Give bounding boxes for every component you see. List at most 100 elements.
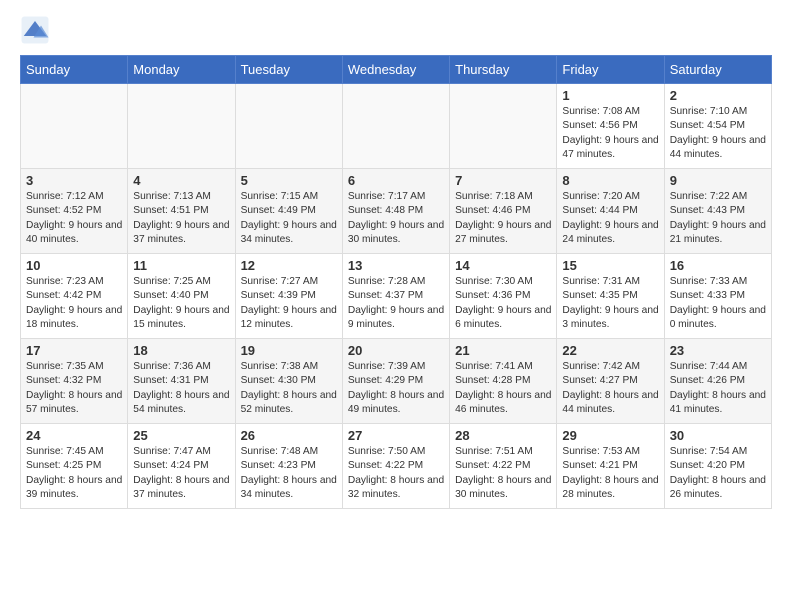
day-number: 22 — [562, 343, 658, 358]
day-number: 29 — [562, 428, 658, 443]
weekday-header-saturday: Saturday — [664, 56, 771, 84]
calendar-week-4: 24 Sunrise: 7:45 AM Sunset: 4:25 PM Dayli… — [21, 424, 772, 509]
calendar-cell: 8Sunrise: 7:20 AM Sunset: 4:44 PM Daylig… — [557, 169, 664, 254]
day-number: 28 — [455, 428, 551, 443]
calendar-header: SundayMondayTuesdayWednesdayThursdayFrid… — [21, 56, 772, 84]
calendar-cell: 11 Sunrise: 7:25 AM Sunset: 4:40 PM Dayli… — [128, 254, 235, 339]
day-number: 27 — [348, 428, 444, 443]
day-info: Sunrise: 7:50 AM Sunset: 4:22 PM Dayligh… — [348, 445, 444, 502]
day-info: Sunrise: 7:28 AM Sunset: 4:37 PM Dayligh… — [348, 275, 444, 332]
calendar-cell: 20Sunrise: 7:39 AM Sunset: 4:29 PM Dayli… — [342, 339, 449, 424]
day-number: 1 — [562, 88, 658, 103]
calendar-cell: 5 Sunrise: 7:15 AM Sunset: 4:49 PM Daylig… — [235, 169, 342, 254]
calendar-cell: 28 Sunrise: 7:51 AM Sunset: 4:22 PM Dayli… — [450, 424, 557, 509]
page-header — [20, 15, 772, 45]
day-info: Sunrise: 7:38 AM Sunset: 4:30 PM Dayligh… — [241, 360, 337, 417]
calendar-cell — [450, 84, 557, 169]
day-number: 25 — [133, 428, 229, 443]
day-info: Sunrise: 7:13 AM Sunset: 4:51 PM Dayligh… — [133, 190, 229, 247]
day-info: Sunrise: 7:12 AM Sunset: 4:52 PM Dayligh… — [26, 190, 122, 247]
day-info: Sunrise: 7:53 AM Sunset: 4:21 PM Dayligh… — [562, 445, 658, 502]
day-number: 12 — [241, 258, 337, 273]
day-number: 7 — [455, 173, 551, 188]
day-number: 8 — [562, 173, 658, 188]
day-number: 6 — [348, 173, 444, 188]
day-info: Sunrise: 7:54 AM Sunset: 4:20 PM Dayligh… — [670, 445, 766, 502]
weekday-row: SundayMondayTuesdayWednesdayThursdayFrid… — [21, 56, 772, 84]
day-info: Sunrise: 7:47 AM Sunset: 4:24 PM Dayligh… — [133, 445, 229, 502]
calendar-cell: 16Sunrise: 7:33 AM Sunset: 4:33 PM Dayli… — [664, 254, 771, 339]
calendar-cell: 26Sunrise: 7:48 AM Sunset: 4:23 PM Dayli… — [235, 424, 342, 509]
calendar-cell — [21, 84, 128, 169]
calendar-cell: 2 Sunrise: 7:10 AM Sunset: 4:54 PM Daylig… — [664, 84, 771, 169]
day-info: Sunrise: 7:27 AM Sunset: 4:39 PM Dayligh… — [241, 275, 337, 332]
day-info: Sunrise: 7:36 AM Sunset: 4:31 PM Dayligh… — [133, 360, 229, 417]
calendar-cell: 27 Sunrise: 7:50 AM Sunset: 4:22 PM Dayli… — [342, 424, 449, 509]
day-info: Sunrise: 7:10 AM Sunset: 4:54 PM Dayligh… — [670, 105, 766, 162]
weekday-header-thursday: Thursday — [450, 56, 557, 84]
calendar-cell: 22 Sunrise: 7:42 AM Sunset: 4:27 PM Dayli… — [557, 339, 664, 424]
day-number: 10 — [26, 258, 122, 273]
day-info: Sunrise: 7:08 AM Sunset: 4:56 PM Dayligh… — [562, 105, 658, 162]
calendar-week-0: 1 Sunrise: 7:08 AM Sunset: 4:56 PM Daylig… — [21, 84, 772, 169]
calendar-cell: 30Sunrise: 7:54 AM Sunset: 4:20 PM Dayli… — [664, 424, 771, 509]
calendar-cell: 21 Sunrise: 7:41 AM Sunset: 4:28 PM Dayli… — [450, 339, 557, 424]
day-number: 26 — [241, 428, 337, 443]
day-number: 19 — [241, 343, 337, 358]
day-number: 21 — [455, 343, 551, 358]
day-number: 14 — [455, 258, 551, 273]
logo-icon — [20, 15, 50, 45]
day-info: Sunrise: 7:15 AM Sunset: 4:49 PM Dayligh… — [241, 190, 337, 247]
calendar-cell: 10 Sunrise: 7:23 AM Sunset: 4:42 PM Dayli… — [21, 254, 128, 339]
day-number: 18 — [133, 343, 229, 358]
logo — [20, 15, 54, 45]
day-info: Sunrise: 7:30 AM Sunset: 4:36 PM Dayligh… — [455, 275, 551, 332]
calendar-cell — [235, 84, 342, 169]
day-number: 2 — [670, 88, 766, 103]
calendar-cell: 13 Sunrise: 7:28 AM Sunset: 4:37 PM Dayli… — [342, 254, 449, 339]
calendar-cell: 23Sunrise: 7:44 AM Sunset: 4:26 PM Dayli… — [664, 339, 771, 424]
calendar-cell: 14 Sunrise: 7:30 AM Sunset: 4:36 PM Dayli… — [450, 254, 557, 339]
day-info: Sunrise: 7:42 AM Sunset: 4:27 PM Dayligh… — [562, 360, 658, 417]
day-info: Sunrise: 7:23 AM Sunset: 4:42 PM Dayligh… — [26, 275, 122, 332]
day-number: 9 — [670, 173, 766, 188]
day-info: Sunrise: 7:41 AM Sunset: 4:28 PM Dayligh… — [455, 360, 551, 417]
calendar-cell: 6 Sunrise: 7:17 AM Sunset: 4:48 PM Daylig… — [342, 169, 449, 254]
day-number: 5 — [241, 173, 337, 188]
calendar-cell: 24 Sunrise: 7:45 AM Sunset: 4:25 PM Dayli… — [21, 424, 128, 509]
calendar-body: 1 Sunrise: 7:08 AM Sunset: 4:56 PM Daylig… — [21, 84, 772, 509]
calendar-cell: 4 Sunrise: 7:13 AM Sunset: 4:51 PM Daylig… — [128, 169, 235, 254]
day-number: 13 — [348, 258, 444, 273]
day-info: Sunrise: 7:35 AM Sunset: 4:32 PM Dayligh… — [26, 360, 122, 417]
calendar-cell: 12 Sunrise: 7:27 AM Sunset: 4:39 PM Dayli… — [235, 254, 342, 339]
day-number: 20 — [348, 343, 444, 358]
calendar-cell: 29 Sunrise: 7:53 AM Sunset: 4:21 PM Dayli… — [557, 424, 664, 509]
calendar-cell — [128, 84, 235, 169]
day-number: 16 — [670, 258, 766, 273]
calendar-cell: 18 Sunrise: 7:36 AM Sunset: 4:31 PM Dayli… — [128, 339, 235, 424]
weekday-header-tuesday: Tuesday — [235, 56, 342, 84]
calendar-week-3: 17Sunrise: 7:35 AM Sunset: 4:32 PM Dayli… — [21, 339, 772, 424]
day-info: Sunrise: 7:17 AM Sunset: 4:48 PM Dayligh… — [348, 190, 444, 247]
day-info: Sunrise: 7:45 AM Sunset: 4:25 PM Dayligh… — [26, 445, 122, 502]
day-info: Sunrise: 7:22 AM Sunset: 4:43 PM Dayligh… — [670, 190, 766, 247]
day-info: Sunrise: 7:51 AM Sunset: 4:22 PM Dayligh… — [455, 445, 551, 502]
calendar-cell: 17Sunrise: 7:35 AM Sunset: 4:32 PM Dayli… — [21, 339, 128, 424]
weekday-header-monday: Monday — [128, 56, 235, 84]
weekday-header-sunday: Sunday — [21, 56, 128, 84]
day-number: 24 — [26, 428, 122, 443]
day-info: Sunrise: 7:31 AM Sunset: 4:35 PM Dayligh… — [562, 275, 658, 332]
day-number: 4 — [133, 173, 229, 188]
day-number: 3 — [26, 173, 122, 188]
weekday-header-wednesday: Wednesday — [342, 56, 449, 84]
calendar-cell: 3 Sunrise: 7:12 AM Sunset: 4:52 PM Daylig… — [21, 169, 128, 254]
day-info: Sunrise: 7:25 AM Sunset: 4:40 PM Dayligh… — [133, 275, 229, 332]
day-number: 15 — [562, 258, 658, 273]
weekday-header-friday: Friday — [557, 56, 664, 84]
calendar-cell: 19 Sunrise: 7:38 AM Sunset: 4:30 PM Dayli… — [235, 339, 342, 424]
day-info: Sunrise: 7:18 AM Sunset: 4:46 PM Dayligh… — [455, 190, 551, 247]
calendar-week-1: 3 Sunrise: 7:12 AM Sunset: 4:52 PM Daylig… — [21, 169, 772, 254]
calendar-cell: 15 Sunrise: 7:31 AM Sunset: 4:35 PM Dayli… — [557, 254, 664, 339]
day-number: 11 — [133, 258, 229, 273]
calendar-week-2: 10 Sunrise: 7:23 AM Sunset: 4:42 PM Dayli… — [21, 254, 772, 339]
